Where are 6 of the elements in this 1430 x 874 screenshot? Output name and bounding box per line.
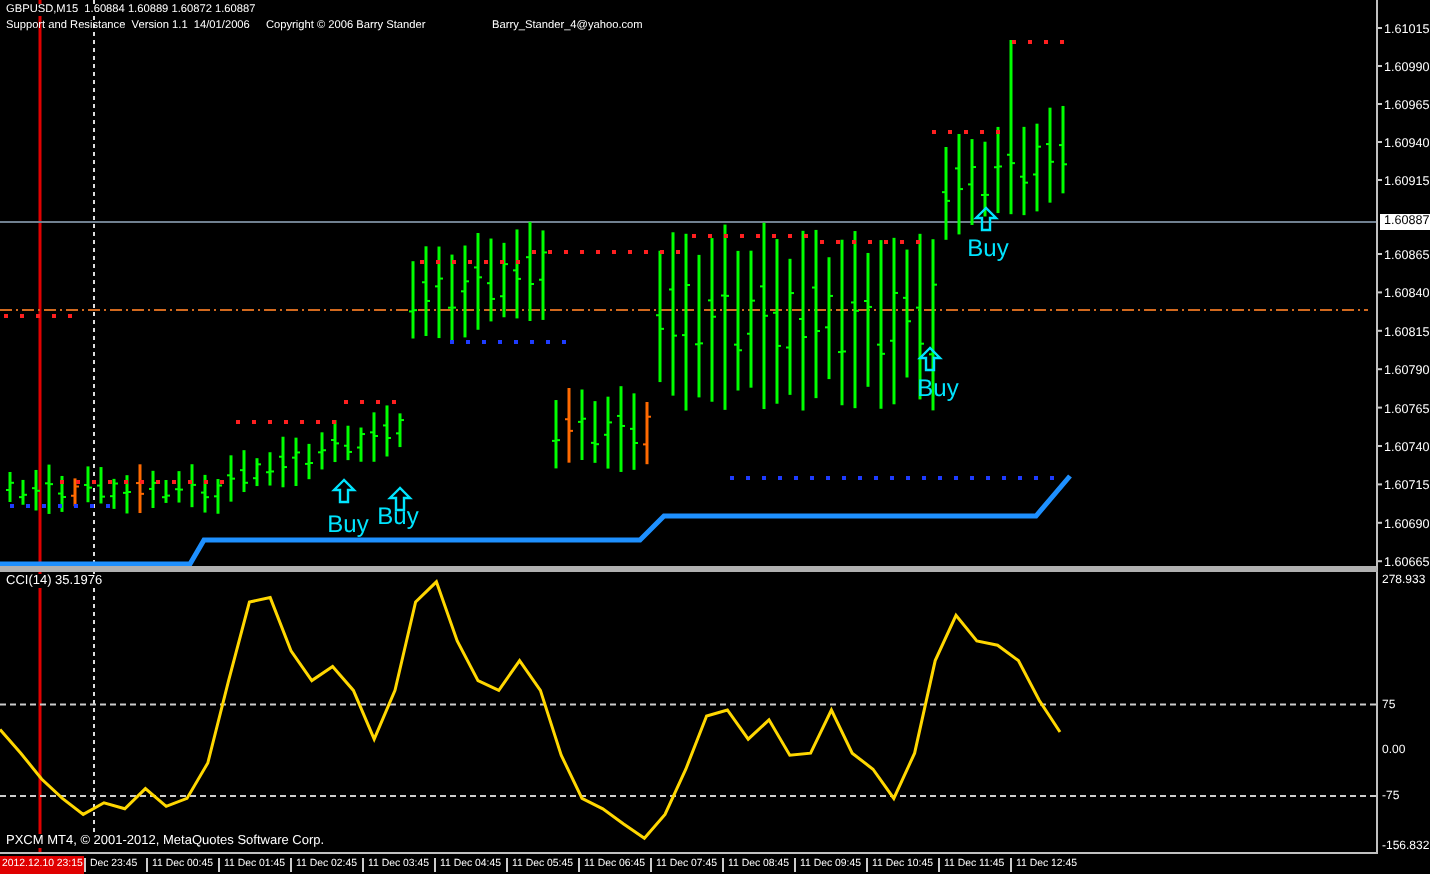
up-arrow-icon xyxy=(331,478,357,504)
buy-label: Buy xyxy=(327,510,369,538)
buy-label: Buy xyxy=(377,502,419,530)
up-arrow-icon xyxy=(973,206,999,232)
up-arrow-icon xyxy=(917,346,943,372)
buy-label: Buy xyxy=(967,234,1009,262)
